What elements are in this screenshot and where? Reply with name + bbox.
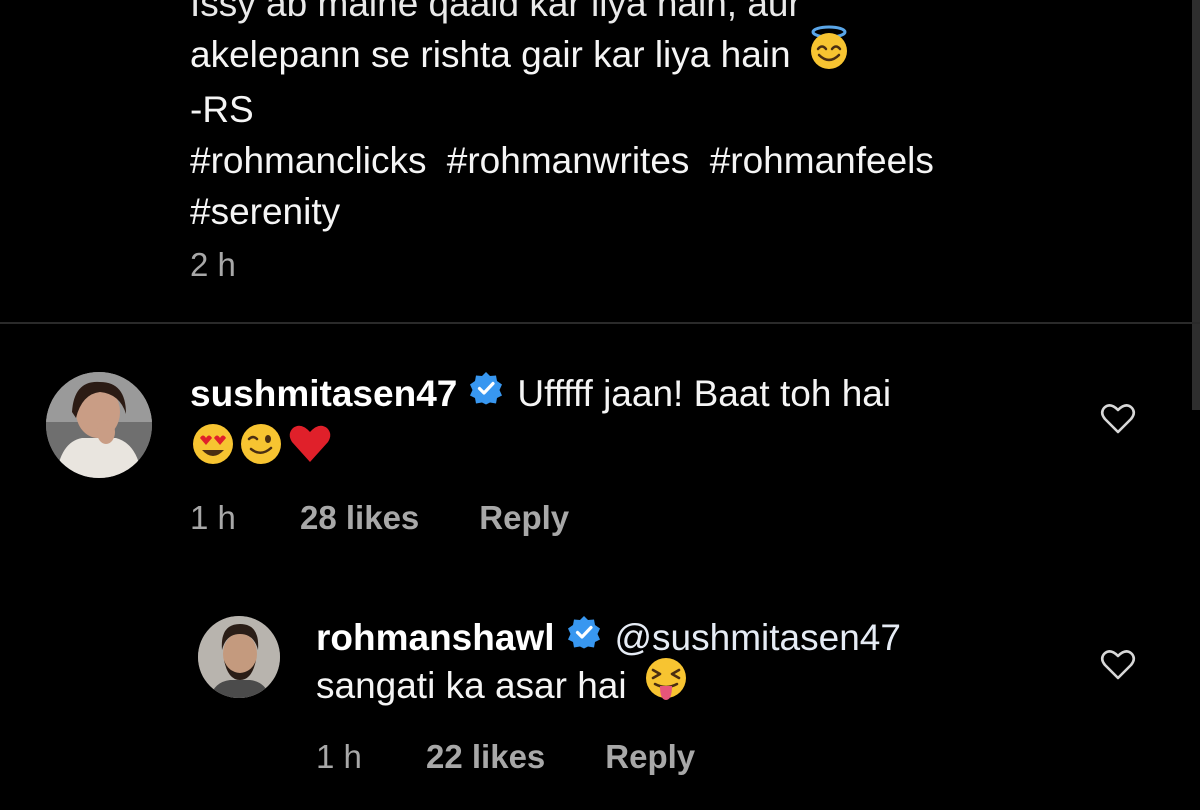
comment: sushmitasen47 Ufffff jaan! Baat toh hai <box>0 360 1200 560</box>
divider <box>0 322 1200 324</box>
comment-timestamp: 1 h <box>316 738 362 776</box>
comment-body: sushmitasen47 Ufffff jaan! Baat toh hai <box>190 370 1070 537</box>
comment-text-line: sushmitasen47 Ufffff jaan! Baat toh hai <box>190 370 1070 418</box>
scrollbar[interactable] <box>1192 0 1200 410</box>
comment-likes-count[interactable]: 22 likes <box>426 738 545 776</box>
hashtag-link[interactable]: #rohmanfeels <box>710 140 934 181</box>
comment-text: sangati ka asar hai <box>316 665 627 706</box>
heart-eyes-emoji-icon <box>190 420 238 471</box>
verified-badge-icon <box>567 613 601 661</box>
reply-button[interactable]: Reply <box>605 738 695 776</box>
comment-meta: 1 h 22 likes Reply <box>316 738 1076 776</box>
avatar[interactable] <box>46 372 152 478</box>
caption-signature: -RS <box>190 88 254 130</box>
comment-username[interactable]: sushmitasen47 <box>190 373 457 414</box>
verified-badge-icon <box>469 369 503 417</box>
tongue-out-squinting-emoji-icon <box>643 656 689 714</box>
comment-likes-count[interactable]: 28 likes <box>300 499 419 537</box>
caption-line-text: akelepann se rishta gair kar liya hain <box>190 34 791 75</box>
avatar[interactable] <box>198 616 280 698</box>
mention-link[interactable]: @sushmitasen47 <box>615 617 901 658</box>
like-heart-icon[interactable] <box>1100 402 1136 441</box>
caption-line: Issy ab maine qaaid kar liya hain, aur <box>190 0 801 24</box>
comment-text-line: rohmanshawl @sushmitasen47 <box>316 614 1076 662</box>
comment-text: Ufffff jaan! Baat toh hai <box>517 373 892 414</box>
emoji-row <box>190 420 1070 471</box>
winking-face-emoji-icon <box>238 420 286 471</box>
reply-comment: rohmanshawl @sushmitasen47 sangati ka as… <box>0 608 1200 808</box>
hashtag-row: #rohmanclicks #rohmanwrites #rohmanfeels <box>190 135 1130 186</box>
hashtag-link[interactable]: #rohmanwrites <box>447 140 690 181</box>
post-timestamp: 2 h <box>190 246 236 283</box>
comment-timestamp: 1 h <box>190 499 236 536</box>
smiling-face-with-halo-icon <box>807 25 851 84</box>
comment-body: rohmanshawl @sushmitasen47 sangati ka as… <box>316 614 1076 776</box>
post-caption: Issy ab maine qaaid kar liya hain, aur a… <box>190 0 1130 237</box>
comment-meta: 1 h 28 likes Reply <box>190 499 1070 537</box>
hashtag-link[interactable]: #rohmanclicks <box>190 140 426 181</box>
hashtag-link[interactable]: #serenity <box>190 191 340 232</box>
reply-button[interactable]: Reply <box>479 499 569 537</box>
comment-text-line: sangati ka asar hai <box>316 658 1076 714</box>
like-heart-icon[interactable] <box>1100 648 1136 687</box>
hashtag-row: #serenity <box>190 186 1130 237</box>
comment-username[interactable]: rohmanshawl <box>316 617 555 658</box>
caption-line: akelepann se rishta gair kar liya hain <box>190 25 1130 84</box>
red-heart-emoji-icon <box>286 420 334 471</box>
